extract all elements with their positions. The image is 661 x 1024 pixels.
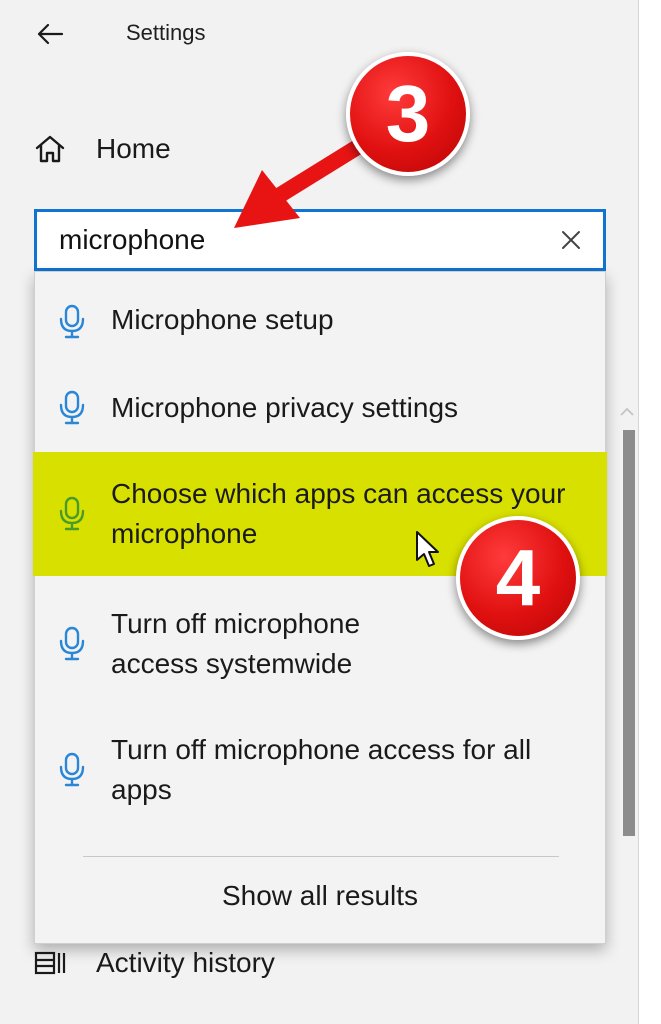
microphone-icon [59,496,85,531]
home-icon [30,129,70,169]
search-input[interactable] [37,211,547,269]
scrollbar-thumb[interactable] [623,430,635,836]
nav-item-activity-history[interactable]: Activity history [30,938,275,988]
window-edge [638,0,661,1024]
result-microphone-privacy-settings[interactable]: Microphone privacy settings [35,372,605,442]
activity-history-label: Activity history [96,947,275,978]
back-button[interactable] [30,14,70,54]
back-arrow-icon [37,23,64,45]
close-icon [562,231,580,249]
microphone-icon [59,304,85,339]
clear-search-button[interactable] [547,216,595,264]
settings-window: Settings Home Microphone setup [0,0,638,1024]
result-label: Microphone setup [111,304,334,335]
dropdown-divider [83,856,559,857]
microphone-icon [59,390,85,425]
microphone-icon [59,752,85,787]
home-label: Home [96,133,171,164]
result-turn-off-all-apps[interactable]: Turn off microphone access for all apps [35,718,605,818]
step-3-badge: 3 [346,52,470,176]
result-label: Turn off microphone access systemwide [111,608,361,679]
search-box[interactable] [34,209,606,271]
result-microphone-setup[interactable]: Microphone setup [35,286,605,356]
nav-item-home[interactable]: Home [30,124,171,174]
show-all-results-link[interactable]: Show all results [35,880,605,912]
result-label: Turn off microphone access for all apps [111,734,532,805]
microphone-icon [59,626,85,661]
result-label: Microphone privacy settings [111,392,459,423]
activity-history-icon [30,943,70,983]
mouse-cursor-icon [416,531,439,567]
scroll-up-arrow-icon[interactable] [615,402,639,422]
window-title: Settings [126,20,206,45]
step-4-badge: 4 [456,516,580,640]
